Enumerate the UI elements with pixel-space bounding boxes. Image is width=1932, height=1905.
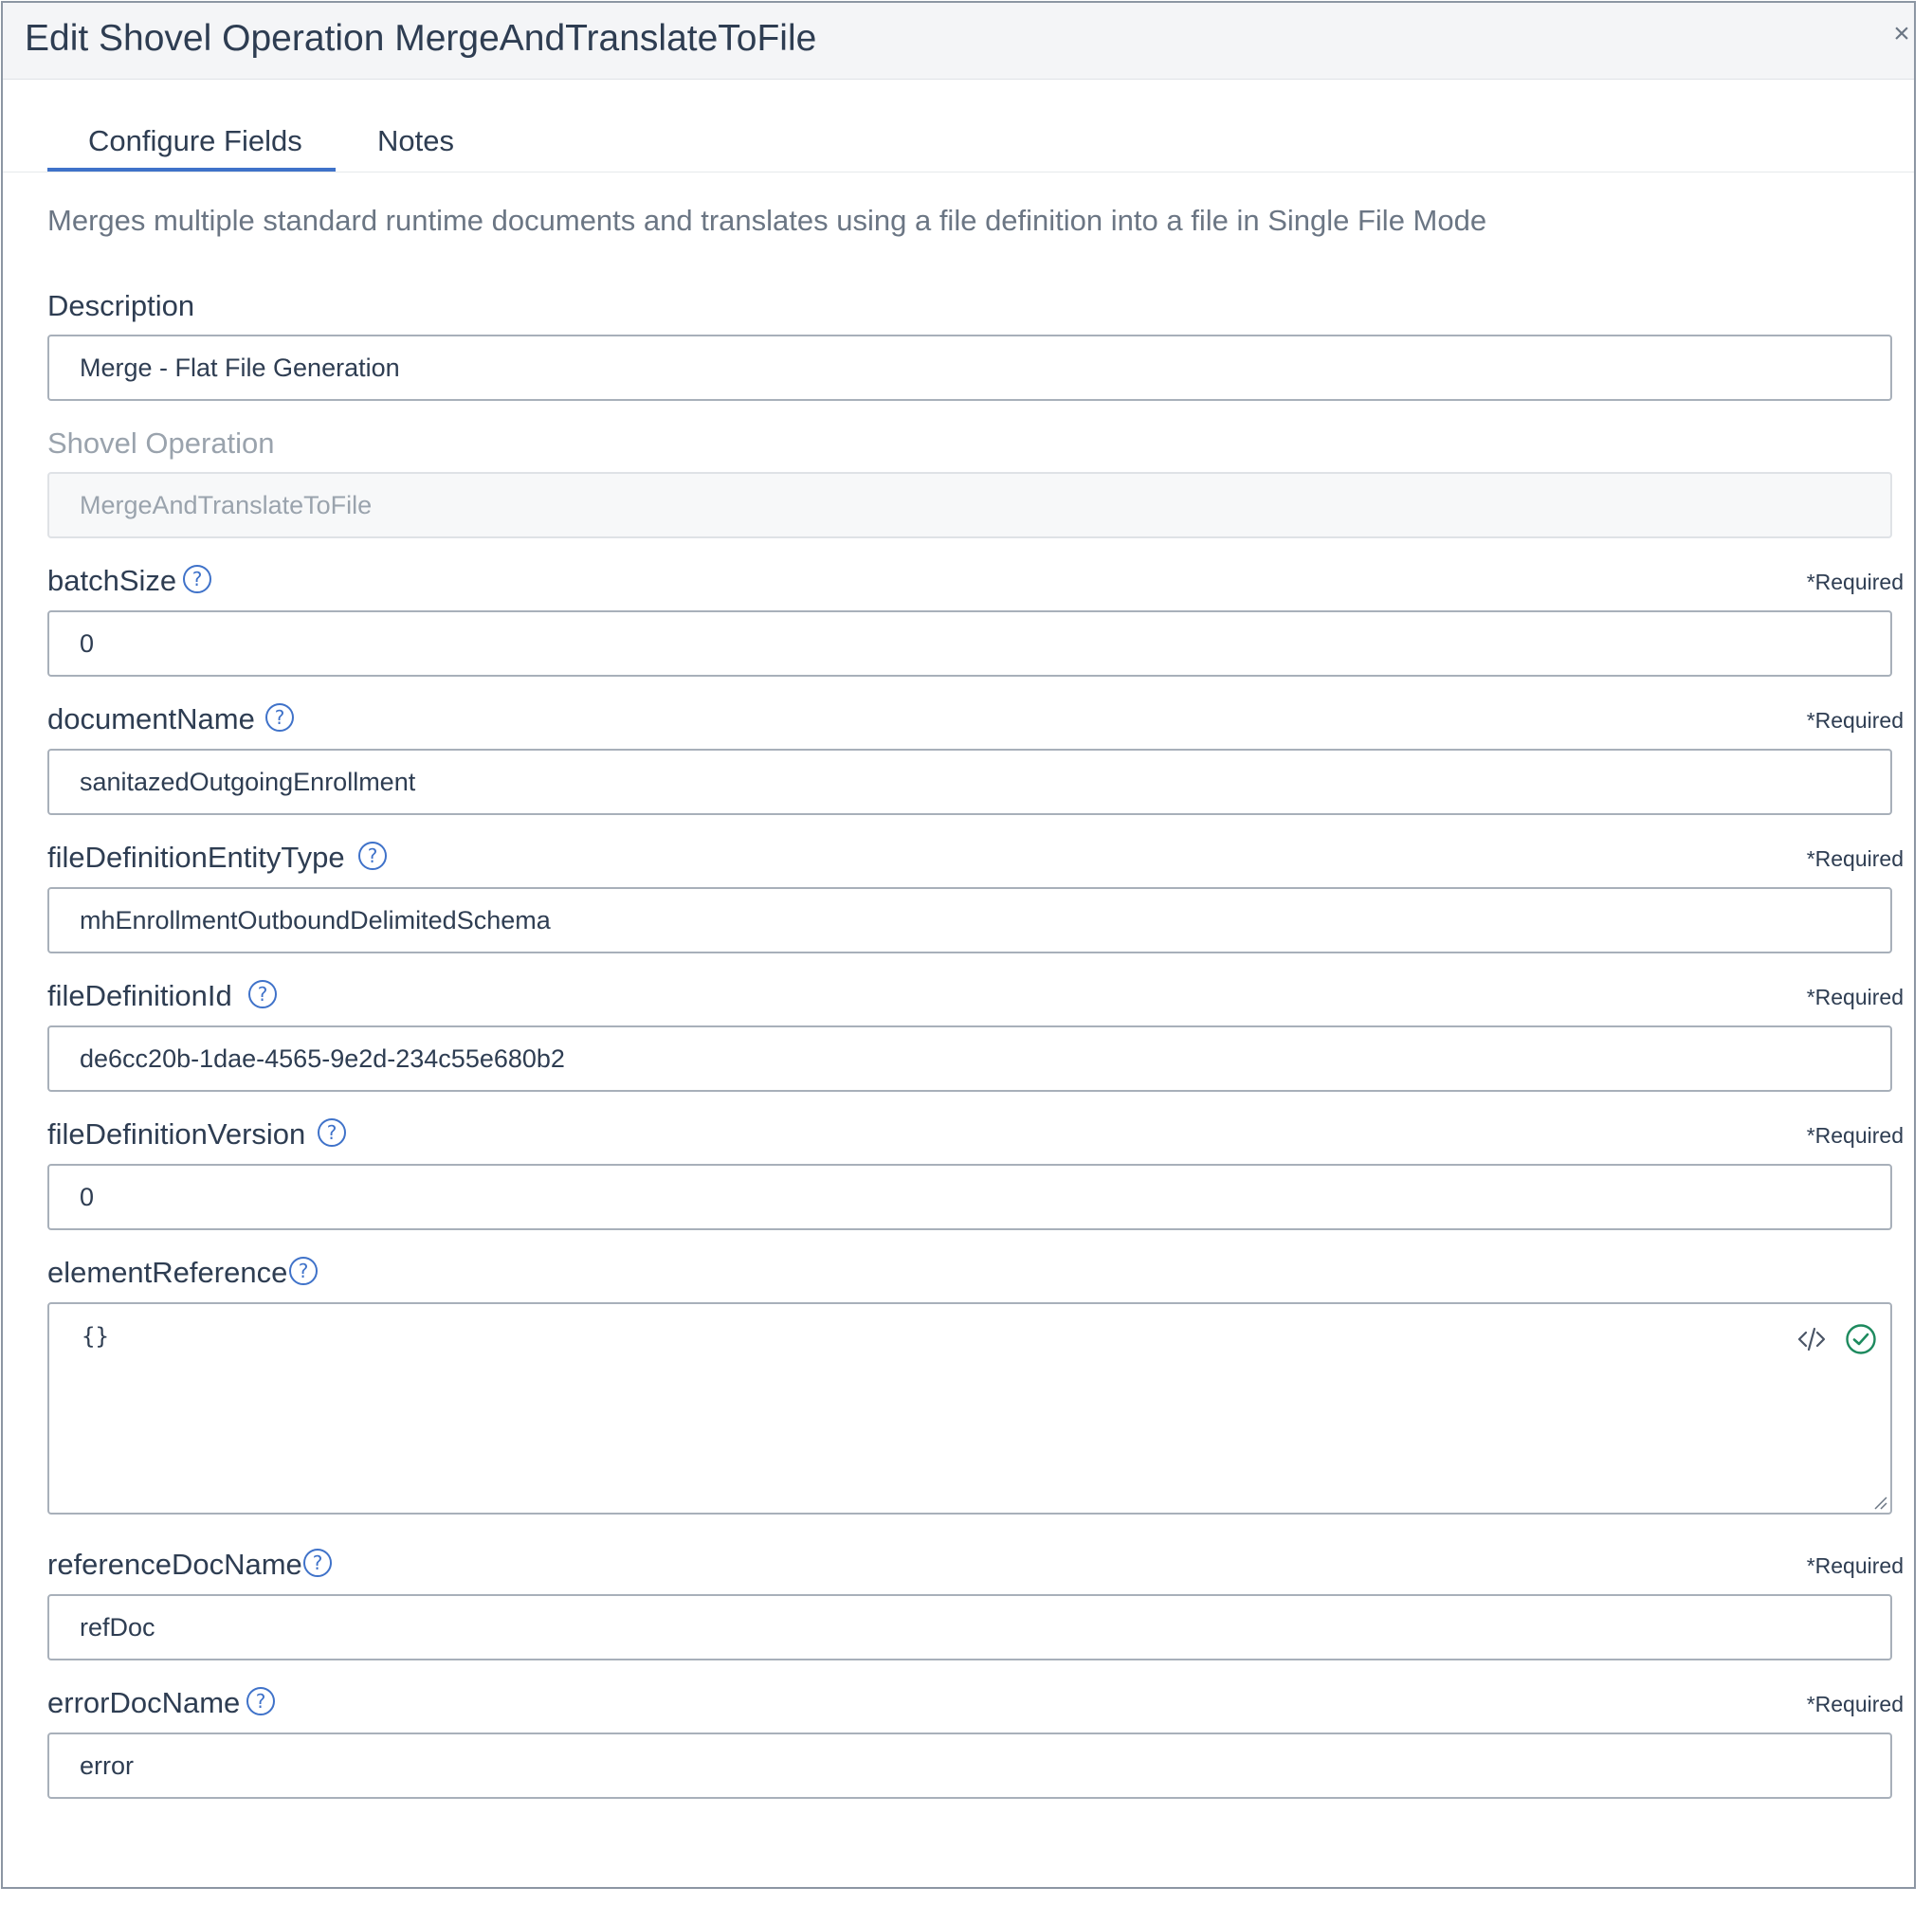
resize-handle-icon[interactable] (1872, 1495, 1887, 1510)
description-input[interactable]: Merge - Flat File Generation (47, 335, 1892, 401)
svg-text:?: ? (258, 983, 268, 1006)
reference-doc-name-input[interactable]: refDoc (47, 1594, 1892, 1660)
required-indicator: *Required (1806, 708, 1904, 733)
shovel-operation-label: Shovel Operation (47, 426, 275, 460)
modal-header: Edit Shovel Operation MergeAndTranslateT… (3, 3, 1914, 80)
required-indicator: *Required (1806, 570, 1904, 594)
close-icon[interactable]: × (1889, 20, 1914, 48)
file-definition-id-input[interactable]: de6cc20b-1dae-4565-9e2d-234c55e680b2 (47, 1025, 1892, 1092)
required-indicator: *Required (1806, 1692, 1904, 1716)
help-icon[interactable]: ? (317, 1117, 347, 1148)
description-label: Description (47, 289, 195, 322)
help-icon[interactable]: ? (302, 1548, 333, 1578)
required-indicator: *Required (1806, 1553, 1904, 1578)
element-reference-editor[interactable]: {} (47, 1302, 1892, 1515)
edit-shovel-operation-dialog: Edit Shovel Operation MergeAndTranslateT… (1, 1, 1916, 1889)
element-reference-code[interactable]: {} (82, 1323, 109, 1350)
help-icon[interactable]: ? (288, 1256, 319, 1286)
required-indicator: *Required (1806, 846, 1904, 871)
batch-size-label: batchSize (47, 564, 177, 597)
help-icon[interactable]: ? (357, 841, 388, 871)
file-definition-id-label: fileDefinitionId (47, 979, 232, 1012)
document-name-input[interactable]: sanitazedOutgoingEnrollment (47, 749, 1892, 815)
modal-title: Edit Shovel Operation MergeAndTranslateT… (25, 18, 817, 59)
svg-text:?: ? (192, 568, 203, 590)
active-tab-indicator (47, 168, 336, 172)
file-definition-version-label: fileDefinitionVersion (47, 1117, 306, 1151)
help-icon[interactable]: ? (247, 979, 278, 1009)
help-icon[interactable]: ? (246, 1686, 276, 1716)
svg-text:?: ? (313, 1551, 323, 1574)
batch-size-input[interactable]: 0 (47, 610, 1892, 677)
error-doc-name-label: errorDocName (47, 1686, 241, 1719)
file-definition-version-input[interactable]: 0 (47, 1164, 1892, 1230)
error-doc-name-input[interactable]: error (47, 1733, 1892, 1799)
help-icon[interactable]: ? (182, 564, 212, 594)
svg-text:?: ? (327, 1121, 337, 1144)
operation-description-text: Merges multiple standard runtime documen… (47, 204, 1487, 237)
tab-notes[interactable]: Notes (377, 124, 454, 158)
file-definition-entity-type-label: fileDefinitionEntityType (47, 841, 345, 874)
tab-bar: Configure Fields Notes (3, 107, 1914, 172)
svg-text:?: ? (299, 1260, 309, 1282)
element-reference-label: elementReference (47, 1256, 288, 1289)
required-indicator: *Required (1806, 985, 1904, 1009)
code-icon[interactable] (1795, 1323, 1828, 1355)
svg-text:?: ? (256, 1690, 266, 1713)
tab-configure-fields[interactable]: Configure Fields (88, 124, 302, 158)
svg-text:?: ? (275, 706, 285, 729)
check-circle-icon (1846, 1324, 1876, 1354)
required-indicator: *Required (1806, 1123, 1904, 1148)
help-icon[interactable]: ? (264, 702, 295, 733)
shovel-operation-input: MergeAndTranslateToFile (47, 472, 1892, 538)
svg-text:?: ? (368, 844, 378, 867)
file-definition-entity-type-input[interactable]: mhEnrollmentOutboundDelimitedSchema (47, 887, 1892, 953)
reference-doc-name-label: referenceDocName (47, 1548, 302, 1581)
document-name-label: documentName (47, 702, 255, 735)
